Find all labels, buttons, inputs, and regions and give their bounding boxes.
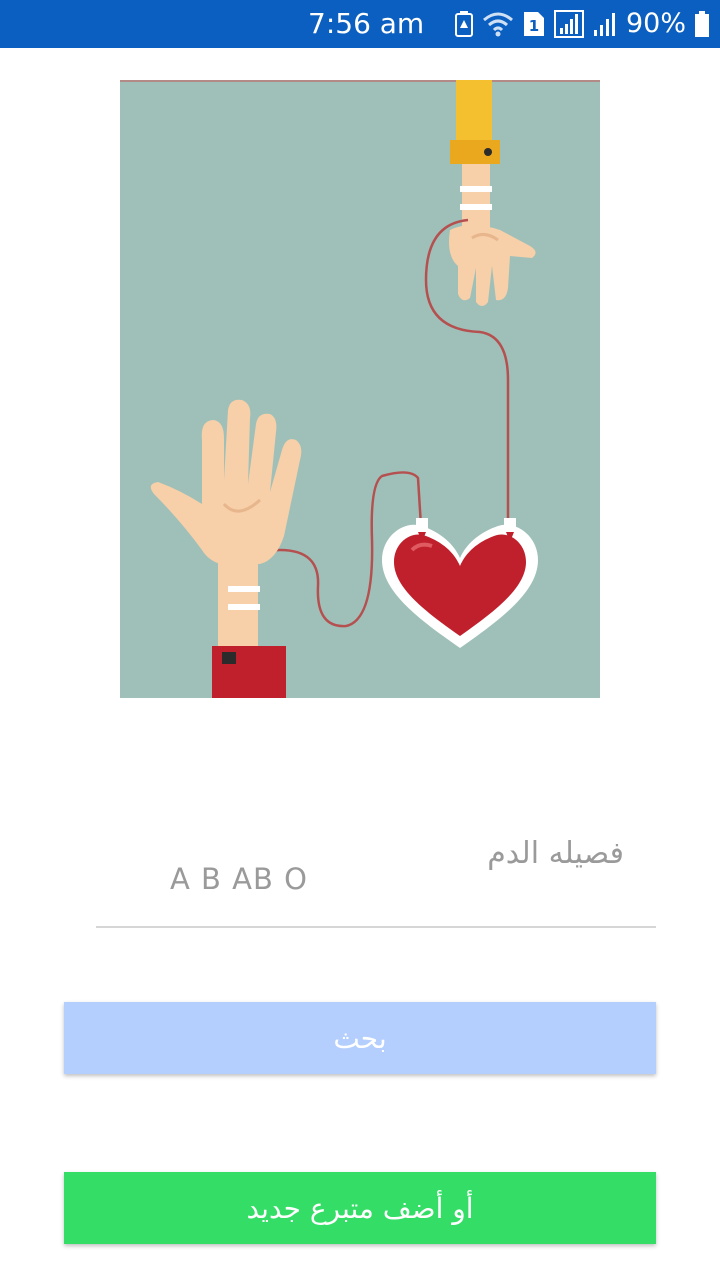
status-time: 7:56 am bbox=[308, 7, 425, 40]
blood-type-hint[interactable]: A B AB O bbox=[170, 862, 308, 896]
signal-icon bbox=[592, 10, 618, 38]
blood-donation-illustration bbox=[120, 80, 600, 698]
blood-type-label: فصيله الدم bbox=[487, 836, 624, 871]
status-bar: 7:56 am 1 90% bbox=[0, 0, 720, 48]
wifi-icon bbox=[482, 10, 514, 38]
battery-saver-icon bbox=[454, 10, 474, 38]
battery-icon bbox=[694, 10, 710, 38]
search-button[interactable]: بحث bbox=[64, 1002, 656, 1074]
signal-icon bbox=[553, 10, 584, 38]
sim-icon: 1 bbox=[522, 10, 546, 38]
status-icons: 1 90% bbox=[454, 8, 710, 40]
add-donor-button[interactable]: أو أضف متبرع جديد bbox=[64, 1172, 656, 1244]
battery-percent: 90% bbox=[625, 8, 686, 39]
blood-type-input-underline[interactable] bbox=[96, 926, 656, 928]
sim-badge: 1 bbox=[529, 17, 539, 35]
